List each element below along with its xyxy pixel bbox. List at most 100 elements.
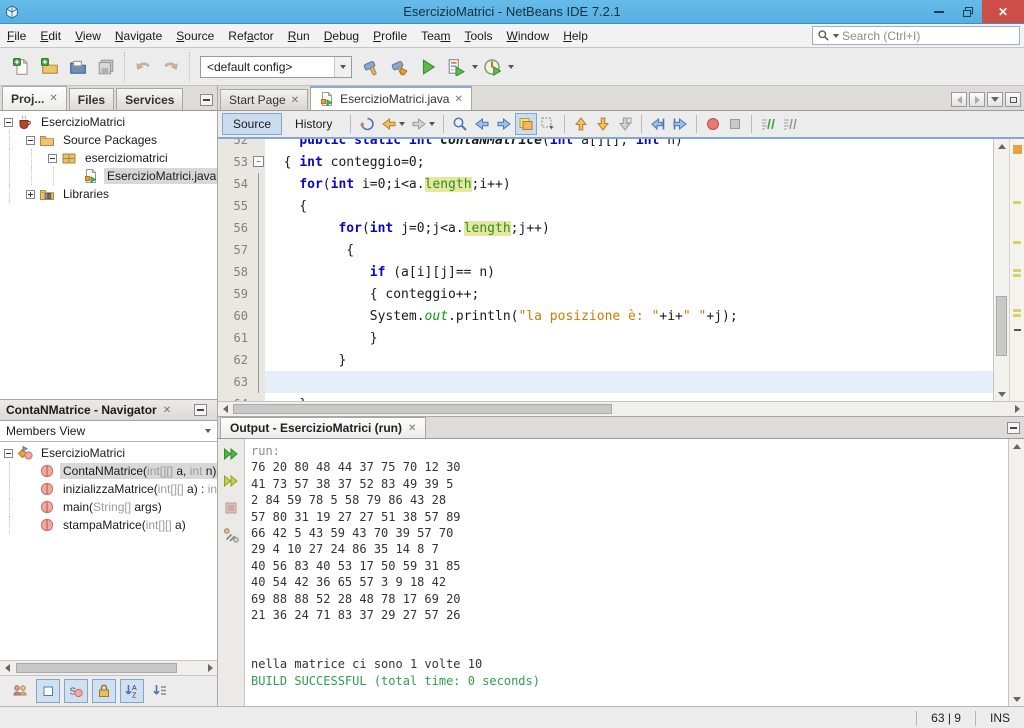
doc-tab[interactable]: EsercizioMatrici.java✕ (310, 86, 472, 110)
tree-item[interactable]: EsercizioMatrici.java (0, 167, 217, 185)
navigator-minimize-button[interactable] (194, 404, 207, 416)
show-fields-button[interactable] (36, 679, 60, 703)
scroll-tabs-right-button[interactable] (969, 92, 985, 107)
stripe-occurrence-mark[interactable] (1013, 241, 1021, 244)
code-line[interactable]: 58 if (a[i][j]== n) (218, 261, 993, 283)
menu-navigate[interactable]: Navigate (108, 26, 169, 46)
tab-services[interactable]: Services (116, 88, 183, 110)
stripe-occurrence-mark[interactable] (1013, 201, 1021, 204)
forward-button[interactable] (408, 113, 430, 135)
scrollbar-thumb[interactable] (16, 663, 177, 673)
new-file-button[interactable] (8, 53, 36, 81)
open-project-button[interactable] (64, 53, 92, 81)
menu-source[interactable]: Source (169, 26, 221, 46)
code-line[interactable]: 57 { (218, 239, 993, 261)
expand-toggle-icon[interactable] (4, 449, 13, 458)
code-line[interactable]: 61 } (218, 327, 993, 349)
output-console[interactable]: run:76 20 80 48 44 37 75 70 12 3041 73 5… (245, 439, 1008, 706)
menu-tools[interactable]: Tools (457, 26, 499, 46)
expand-toggle-icon[interactable] (26, 190, 35, 199)
stripe-occurrence-mark[interactable] (1013, 314, 1021, 317)
view-source-button[interactable]: Source (222, 113, 282, 135)
profile-button[interactable] (478, 53, 506, 81)
explorer-minimize-button[interactable] (200, 94, 213, 106)
undo-button[interactable] (129, 53, 157, 81)
uncomment-button[interactable] (779, 113, 801, 135)
error-stripe[interactable] (1009, 139, 1024, 401)
rerun-button[interactable] (221, 443, 242, 464)
expand-toggle-icon[interactable] (48, 154, 57, 163)
code-line[interactable]: 56 for(int j=0;j<a.length;j++) (218, 217, 993, 239)
tree-item[interactable]: Source Packages (0, 131, 217, 149)
tab-proj[interactable]: Proj...✕ (2, 86, 67, 110)
toggle-bookmark-button[interactable] (614, 113, 636, 135)
tab-close-icon[interactable]: ✕ (291, 95, 299, 106)
view-history-button[interactable]: History (284, 113, 343, 135)
menu-edit[interactable]: Edit (33, 26, 68, 46)
navigator-horizontal-scrollbar[interactable] (0, 660, 217, 675)
stripe-caret-mark[interactable] (1014, 329, 1021, 331)
chevron-down-icon[interactable] (508, 65, 514, 69)
clean-build-button[interactable] (386, 53, 414, 81)
tree-item[interactable]: EsercizioMatrici (0, 113, 217, 131)
search-scope-dropdown-icon[interactable] (833, 34, 839, 38)
stripe-warning-mark[interactable] (1013, 145, 1022, 154)
rerun-alt-button[interactable] (221, 470, 242, 491)
doc-tab[interactable]: Start Page✕ (220, 89, 308, 110)
output-vertical-scrollbar[interactable] (1008, 439, 1024, 706)
next-bookmark-button[interactable] (592, 113, 614, 135)
code-line[interactable]: 60 System.out.println("la posizione è: "… (218, 305, 993, 327)
code-line[interactable]: 64 } (218, 393, 993, 401)
menu-file[interactable]: File (0, 26, 33, 46)
menu-profile[interactable]: Profile (366, 26, 414, 46)
menu-refactor[interactable]: Refactor (221, 26, 280, 46)
editor-horizontal-scrollbar[interactable] (218, 401, 1024, 416)
show-static-members-button[interactable]: S (64, 679, 88, 703)
stop-button[interactable] (221, 497, 242, 518)
stripe-occurrence-mark[interactable] (1013, 309, 1021, 312)
chevron-down-icon[interactable] (399, 122, 405, 126)
menu-view[interactable]: View (68, 26, 108, 46)
menu-run[interactable]: Run (281, 26, 317, 46)
menu-team[interactable]: Team (414, 26, 457, 46)
sort-by-source-button[interactable] (148, 679, 172, 703)
code-line[interactable]: 53 { int conteggio=0; (218, 151, 993, 173)
start-macro-recording-button[interactable] (702, 113, 724, 135)
scroll-up-icon[interactable] (994, 139, 1009, 153)
code-line[interactable]: 59 { conteggio++; (218, 283, 993, 305)
code-line[interactable]: 62 } (218, 349, 993, 371)
stripe-occurrence-mark[interactable] (1013, 274, 1021, 277)
scroll-left-icon[interactable] (218, 402, 232, 416)
sort-alphabetically-button[interactable]: AZ (120, 679, 144, 703)
rectangular-selection-button[interactable] (537, 113, 559, 135)
shift-line-right-button[interactable] (669, 113, 691, 135)
tree-item[interactable]: ContaNMatrice(int[][] a, int n) : (0, 462, 217, 480)
tree-item[interactable]: stampaMatrice(int[][] a) (0, 516, 217, 534)
menu-window[interactable]: Window (500, 26, 557, 46)
scroll-left-icon[interactable] (0, 661, 14, 675)
expand-toggle-icon[interactable] (4, 118, 13, 127)
debug-button[interactable] (442, 53, 470, 81)
next-occurrence-button[interactable] (493, 113, 515, 135)
previous-occurrence-button[interactable] (471, 113, 493, 135)
navigator-close-icon[interactable]: ✕ (163, 405, 171, 416)
scroll-down-icon[interactable] (1009, 692, 1024, 706)
scroll-up-icon[interactable] (1009, 439, 1024, 453)
scrollbar-thumb[interactable] (233, 404, 612, 414)
toggle-highlight-button[interactable] (515, 113, 537, 135)
save-all-button[interactable] (92, 53, 120, 81)
show-inherited-members-button[interactable] (8, 679, 32, 703)
chevron-down-icon[interactable] (429, 122, 435, 126)
tab-list-dropdown-button[interactable] (987, 92, 1003, 107)
tree-item[interactable]: inizializzaMatrice(int[][] a) : int[ (0, 480, 217, 498)
editor-vertical-scrollbar[interactable] (993, 139, 1009, 401)
previous-bookmark-button[interactable] (570, 113, 592, 135)
redo-button[interactable] (157, 53, 185, 81)
output-tab[interactable]: Output - EsercizioMatrici (run) ✕ (220, 417, 426, 438)
scrollbar-thumb[interactable] (996, 296, 1007, 356)
scroll-right-icon[interactable] (203, 661, 217, 675)
stripe-occurrence-mark[interactable] (1013, 269, 1021, 272)
navigator-view-selector[interactable]: Members View (0, 421, 217, 442)
code-line[interactable]: 63 (218, 371, 993, 393)
settings-button[interactable] (221, 524, 242, 545)
